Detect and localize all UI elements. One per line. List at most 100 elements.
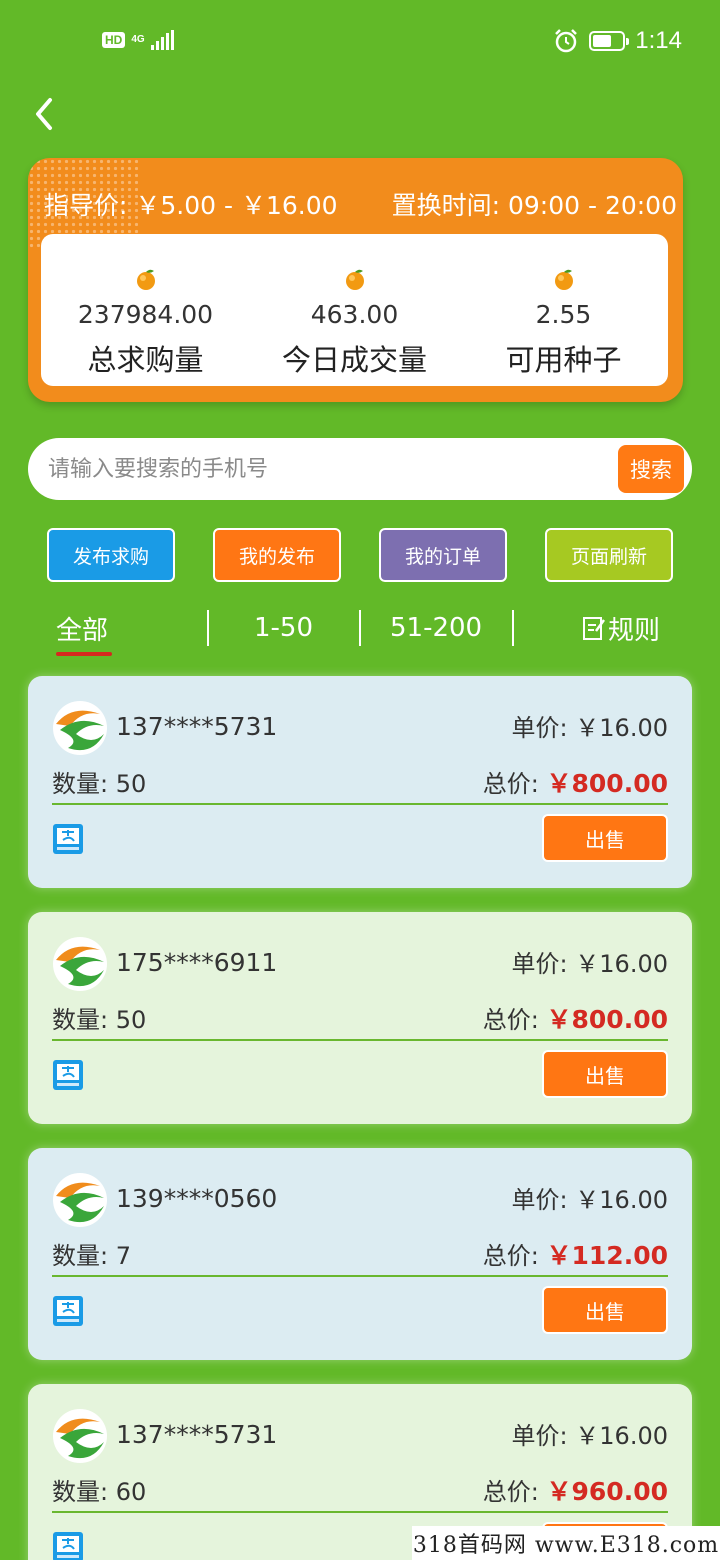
order-card: 139****0560 单价: ￥16.00 数量: 7 总价: ￥112.00… (28, 1148, 692, 1360)
alipay-icon (53, 1532, 83, 1560)
guide-price: 指导价: ￥5.00 - ￥16.00 (44, 191, 338, 220)
unit-price-label: 单价: (511, 714, 568, 742)
alipay-icon (53, 1060, 83, 1090)
quantity-label: 数量: (52, 1006, 109, 1034)
stat-value: 237984.00 (77, 300, 214, 329)
sell-button[interactable]: 出售 (542, 1050, 668, 1098)
quantity-label: 数量: (52, 1242, 109, 1270)
stats-panel: 237984.00 总求购量 463.00 今日成交量 2.55 可用种子 (41, 234, 668, 386)
total-price: 总价: ￥112.00 (483, 1236, 668, 1272)
stat-label: 可用种子 (505, 343, 622, 377)
stat-label: 总求购量 (87, 343, 204, 377)
quantity-label: 数量: (52, 770, 109, 798)
alipay-icon (53, 824, 83, 854)
unit-price-value: ￥16.00 (575, 1186, 668, 1214)
order-card: 175****6911 单价: ￥16.00 数量: 50 总价: ￥800.0… (28, 912, 692, 1124)
order-card: 137****5731 单价: ￥16.00 数量: 50 总价: ￥800.0… (28, 676, 692, 888)
buyer-phone: 137****5731 (116, 712, 278, 741)
stat-available-seeds: 2.55 可用种子 (459, 234, 668, 386)
publish-request-button[interactable]: 发布求购 (47, 528, 175, 582)
status-left: HD 4G (102, 30, 174, 50)
network-type: 4G (131, 34, 145, 45)
divider (52, 803, 668, 805)
quantity-label: 数量: (52, 1478, 109, 1506)
stat-label: 今日成交量 (281, 343, 427, 377)
divider (52, 1511, 668, 1513)
filter-tabs: 全部 1-50 51-200 规则 (28, 606, 692, 656)
edit-note-icon (583, 617, 606, 640)
info-header: 指导价: ￥5.00 - ￥16.00 置换时间: 09:00 - 20:00 (44, 186, 677, 222)
total-value: ￥960.00 (546, 1477, 668, 1506)
user-avatar-logo (53, 937, 107, 991)
sell-button[interactable]: 出售 (542, 1286, 668, 1334)
tab-all[interactable]: 全部 (56, 606, 108, 650)
signal-icon (150, 30, 174, 50)
total-value: ￥800.00 (546, 1005, 668, 1034)
user-avatar-logo (53, 701, 107, 755)
unit-price: 单价: ￥16.00 (512, 1416, 668, 1451)
exchange-time: 置换时间: 09:00 - 20:00 (391, 191, 677, 220)
stat-value: 2.55 (535, 300, 592, 329)
unit-price-value: ￥16.00 (575, 950, 668, 978)
total-label: 总价: (482, 1478, 539, 1506)
total-label: 总价: (482, 1242, 539, 1270)
orange-icon (345, 269, 364, 290)
unit-price: 单价: ￥16.00 (512, 708, 668, 743)
divider (52, 1275, 668, 1277)
unit-price-value: ￥16.00 (575, 1422, 668, 1450)
divider (52, 1039, 668, 1041)
back-icon[interactable] (30, 96, 60, 132)
total-value: ￥800.00 (546, 769, 668, 798)
total-price: 总价: ￥800.00 (483, 764, 668, 800)
alipay-icon (53, 1296, 83, 1326)
user-avatar-logo (53, 1173, 107, 1227)
total-value: ￥112.00 (546, 1241, 668, 1270)
tab-divider (359, 610, 361, 646)
status-bar: HD 4G 1:14 (0, 0, 720, 84)
sell-button[interactable]: 出售 (542, 814, 668, 862)
quantity: 数量: 50 (52, 1000, 146, 1035)
buyer-phone: 139****0560 (116, 1184, 278, 1213)
site-watermark: 318首码网 www.E318.com (412, 1526, 720, 1560)
total-label: 总价: (482, 770, 539, 798)
quantity-value: 50 (115, 770, 147, 798)
my-posts-button[interactable]: 我的发布 (213, 528, 341, 582)
market-info-card: 指导价: ￥5.00 - ￥16.00 置换时间: 09:00 - 20:00 … (28, 158, 683, 402)
unit-price-label: 单价: (511, 1422, 568, 1450)
orange-icon (136, 269, 155, 290)
stat-value: 463.00 (310, 300, 399, 329)
battery-icon (589, 31, 630, 51)
buyer-phone: 137****5731 (116, 1420, 278, 1449)
unit-price: 单价: ￥16.00 (512, 944, 668, 979)
refresh-page-button[interactable]: 页面刷新 (545, 528, 673, 582)
quantity: 数量: 7 (52, 1236, 131, 1271)
search-bar: 搜索 (28, 438, 692, 500)
tab-rules-label: 规则 (608, 615, 661, 646)
hd-icon: HD (102, 32, 126, 48)
tab-range-51-200[interactable]: 51-200 (390, 606, 482, 650)
quantity: 数量: 60 (52, 1472, 146, 1507)
quantity: 数量: 50 (52, 764, 146, 799)
buyer-phone: 175****6911 (116, 948, 278, 977)
tab-range-1-50[interactable]: 1-50 (254, 606, 313, 650)
search-button[interactable]: 搜索 (618, 445, 684, 493)
phone-search-input[interactable] (28, 456, 618, 482)
total-price: 总价: ￥800.00 (483, 1000, 668, 1036)
quantity-value: 7 (115, 1242, 132, 1270)
total-label: 总价: (482, 1006, 539, 1034)
unit-price-label: 单价: (511, 950, 568, 978)
clock: 1:14 (635, 27, 682, 54)
alarm-icon (555, 29, 578, 53)
stat-today-volume: 463.00 今日成交量 (250, 234, 459, 386)
my-orders-button[interactable]: 我的订单 (379, 528, 507, 582)
orange-icon (554, 269, 573, 290)
active-tab-indicator (56, 652, 112, 656)
status-right: 1:14 (553, 27, 682, 55)
tab-rules[interactable]: 规则 (582, 606, 660, 650)
quantity-value: 60 (115, 1478, 147, 1506)
stat-total-demand: 237984.00 总求购量 (41, 234, 250, 386)
user-avatar-logo (53, 1409, 107, 1463)
quantity-value: 50 (115, 1006, 147, 1034)
tab-divider (207, 610, 209, 646)
unit-price-value: ￥16.00 (575, 714, 668, 742)
